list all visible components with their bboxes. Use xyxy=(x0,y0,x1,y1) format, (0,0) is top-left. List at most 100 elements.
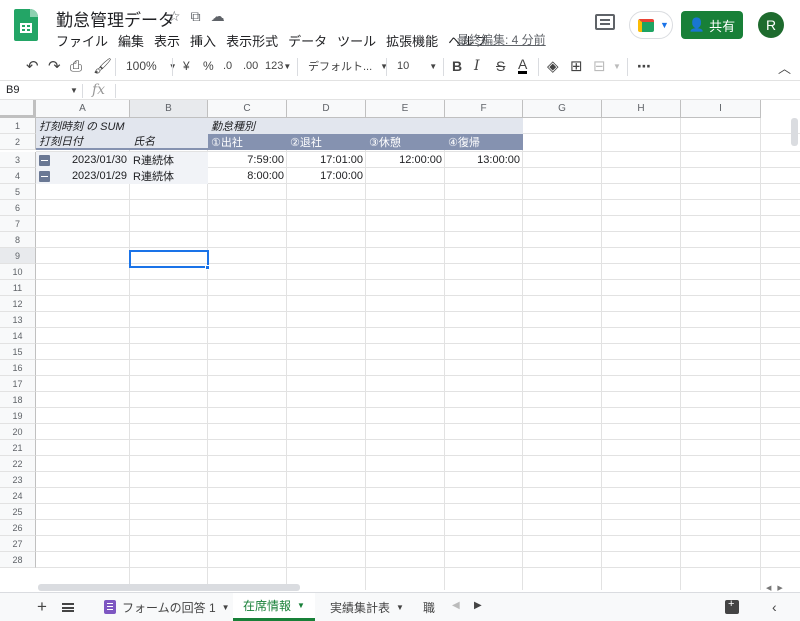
comment-history-icon[interactable] xyxy=(595,14,615,30)
row-header-20[interactable]: 20 xyxy=(0,424,36,440)
row-header-19[interactable]: 19 xyxy=(0,408,36,424)
row-header-13[interactable]: 13 xyxy=(0,312,36,328)
menu-file[interactable]: ファイル xyxy=(56,31,108,50)
row-header-12[interactable]: 12 xyxy=(0,296,36,312)
font-select[interactable]: デフォルト... ▼ xyxy=(308,56,388,76)
cell-selection[interactable] xyxy=(129,250,209,268)
more-options-icon[interactable]: ⋯ xyxy=(637,56,651,76)
avatar[interactable]: R xyxy=(758,12,784,38)
row-header-9[interactable]: 9 xyxy=(0,248,36,264)
chevron-up-icon[interactable]: ︿ xyxy=(778,58,791,77)
pivot-row-name[interactable]: R連続体 xyxy=(130,152,208,168)
add-sheet-icon[interactable]: + xyxy=(37,597,47,617)
row-header-14[interactable]: 14 xyxy=(0,328,36,344)
column-header-d[interactable]: D xyxy=(287,100,366,118)
pivot-row-field-date[interactable]: 打刻日付 xyxy=(36,134,130,150)
percent-format-button[interactable]: % xyxy=(203,56,214,76)
pivot-value-header[interactable]: 打刻時刻 の SUM xyxy=(36,118,208,134)
pivot-cell[interactable]: 17:01:00 xyxy=(287,152,366,168)
column-header-i[interactable]: I xyxy=(681,100,761,118)
pivot-col-value[interactable]: ③休憩 xyxy=(366,134,445,150)
menu-insert[interactable]: 挿入 xyxy=(190,31,216,50)
cloud-status-icon[interactable]: ☁ xyxy=(211,8,225,25)
pivot-column-field[interactable]: 勤怠種別 xyxy=(208,118,523,134)
row-header-10[interactable]: 10 xyxy=(0,264,36,280)
star-icon[interactable]: ☆ xyxy=(168,8,181,25)
pivot-cell[interactable]: 13:00:00 xyxy=(445,152,523,168)
text-color-button[interactable]: A xyxy=(518,56,528,74)
menu-tools[interactable]: ツール xyxy=(337,31,376,50)
vertical-scrollbar[interactable] xyxy=(791,118,798,146)
row-header-24[interactable]: 24 xyxy=(0,488,36,504)
pivot-col-value[interactable]: ①出社 xyxy=(208,134,287,150)
sheet-tab-summary[interactable]: 実績集計表 ▼ xyxy=(320,593,414,621)
menu-extensions[interactable]: 拡張機能 xyxy=(386,31,438,50)
pivot-cell[interactable]: 17:00:00 xyxy=(287,168,366,184)
merge-cells-icon[interactable]: ⊟ xyxy=(593,56,606,76)
column-header-e[interactable]: E xyxy=(366,100,445,118)
collapse-group-button[interactable] xyxy=(39,155,50,166)
tab-scroll-right-icon[interactable]: ▶ xyxy=(474,600,482,611)
increase-decimal-button[interactable]: .00 xyxy=(243,56,258,76)
pivot-cell[interactable]: 7:59:00 xyxy=(208,152,287,168)
scroll-right-icon[interactable]: ▶ xyxy=(777,584,782,592)
pivot-row-date[interactable]: 2023/01/29 xyxy=(54,168,130,184)
row-header-4[interactable]: 4 xyxy=(0,168,36,184)
row-header-8[interactable]: 8 xyxy=(0,232,36,248)
column-header-g[interactable]: G xyxy=(523,100,602,118)
redo-icon[interactable]: ↷ xyxy=(48,56,61,76)
pivot-row-field-name[interactable]: 氏名 xyxy=(130,134,208,150)
pivot-cell[interactable] xyxy=(445,168,523,184)
last-edit-link[interactable]: 最終編集: 4 分前 xyxy=(457,31,546,48)
row-header-15[interactable]: 15 xyxy=(0,344,36,360)
move-to-folder-icon[interactable]: ⧉ xyxy=(191,8,201,25)
sheets-logo-icon[interactable] xyxy=(14,9,38,41)
row-header-11[interactable]: 11 xyxy=(0,280,36,296)
horizontal-scrollbar[interactable] xyxy=(38,584,300,591)
pivot-cell[interactable]: 12:00:00 xyxy=(366,152,445,168)
paint-format-icon[interactable]: 🖌 xyxy=(93,56,112,76)
bold-button[interactable]: B xyxy=(452,56,462,76)
side-panel-toggle-icon[interactable]: ‹ xyxy=(772,599,777,615)
more-formats-select[interactable]: 123 ▼ xyxy=(265,56,291,76)
row-header-1[interactable]: 1 xyxy=(0,118,36,134)
chevron-down-icon[interactable]: ▼ xyxy=(70,86,78,95)
row-header-27[interactable]: 27 xyxy=(0,536,36,552)
zoom-select[interactable]: 100%▼ xyxy=(126,56,177,76)
column-header-a[interactable]: A xyxy=(36,100,130,118)
meet-button[interactable]: ▼ xyxy=(629,11,673,39)
decrease-decimal-button[interactable]: .0 xyxy=(223,56,232,76)
row-header-28[interactable]: 28 xyxy=(0,552,36,568)
chevron-down-icon[interactable]: ▼ xyxy=(396,603,404,612)
fill-handle[interactable] xyxy=(205,265,210,270)
row-header-26[interactable]: 26 xyxy=(0,520,36,536)
undo-icon[interactable]: ↶ xyxy=(26,56,39,76)
chevron-down-icon[interactable]: ▼ xyxy=(222,603,230,612)
row-header-17[interactable]: 17 xyxy=(0,376,36,392)
column-header-c[interactable]: C xyxy=(208,100,287,118)
pivot-cell[interactable]: 8:00:00 xyxy=(208,168,287,184)
print-icon[interactable]: ⎙ xyxy=(70,56,82,76)
menu-edit[interactable]: 編集 xyxy=(118,31,144,50)
pivot-row-date[interactable]: 2023/01/30 xyxy=(54,152,130,168)
name-box[interactable]: B9 xyxy=(6,84,19,96)
font-size-select[interactable]: 10 ▼ xyxy=(397,56,437,76)
fill-color-icon[interactable]: ◈ xyxy=(547,56,559,76)
column-header-h[interactable]: H xyxy=(602,100,681,118)
row-header-5[interactable]: 5 xyxy=(0,184,36,200)
chevron-down-icon[interactable]: ▼ xyxy=(297,601,305,610)
sheet-tab-truncated[interactable]: 職 xyxy=(413,593,441,621)
all-sheets-icon[interactable] xyxy=(62,603,74,612)
pivot-col-value[interactable]: ④復帰 xyxy=(445,134,523,150)
sheet-tab-attendance[interactable]: 在席情報 ▼ xyxy=(233,593,315,621)
row-header-16[interactable]: 16 xyxy=(0,360,36,376)
explore-icon[interactable] xyxy=(725,598,739,614)
column-header-f[interactable]: F xyxy=(445,100,523,118)
italic-button[interactable]: I xyxy=(474,56,480,76)
share-button[interactable]: 👤 共有 xyxy=(681,11,743,39)
row-header-25[interactable]: 25 xyxy=(0,504,36,520)
chevron-down-icon[interactable]: ▼ xyxy=(613,56,621,76)
row-header-3[interactable]: 3 xyxy=(0,152,36,168)
currency-format-button[interactable]: ¥ xyxy=(183,56,190,76)
row-header-7[interactable]: 7 xyxy=(0,216,36,232)
